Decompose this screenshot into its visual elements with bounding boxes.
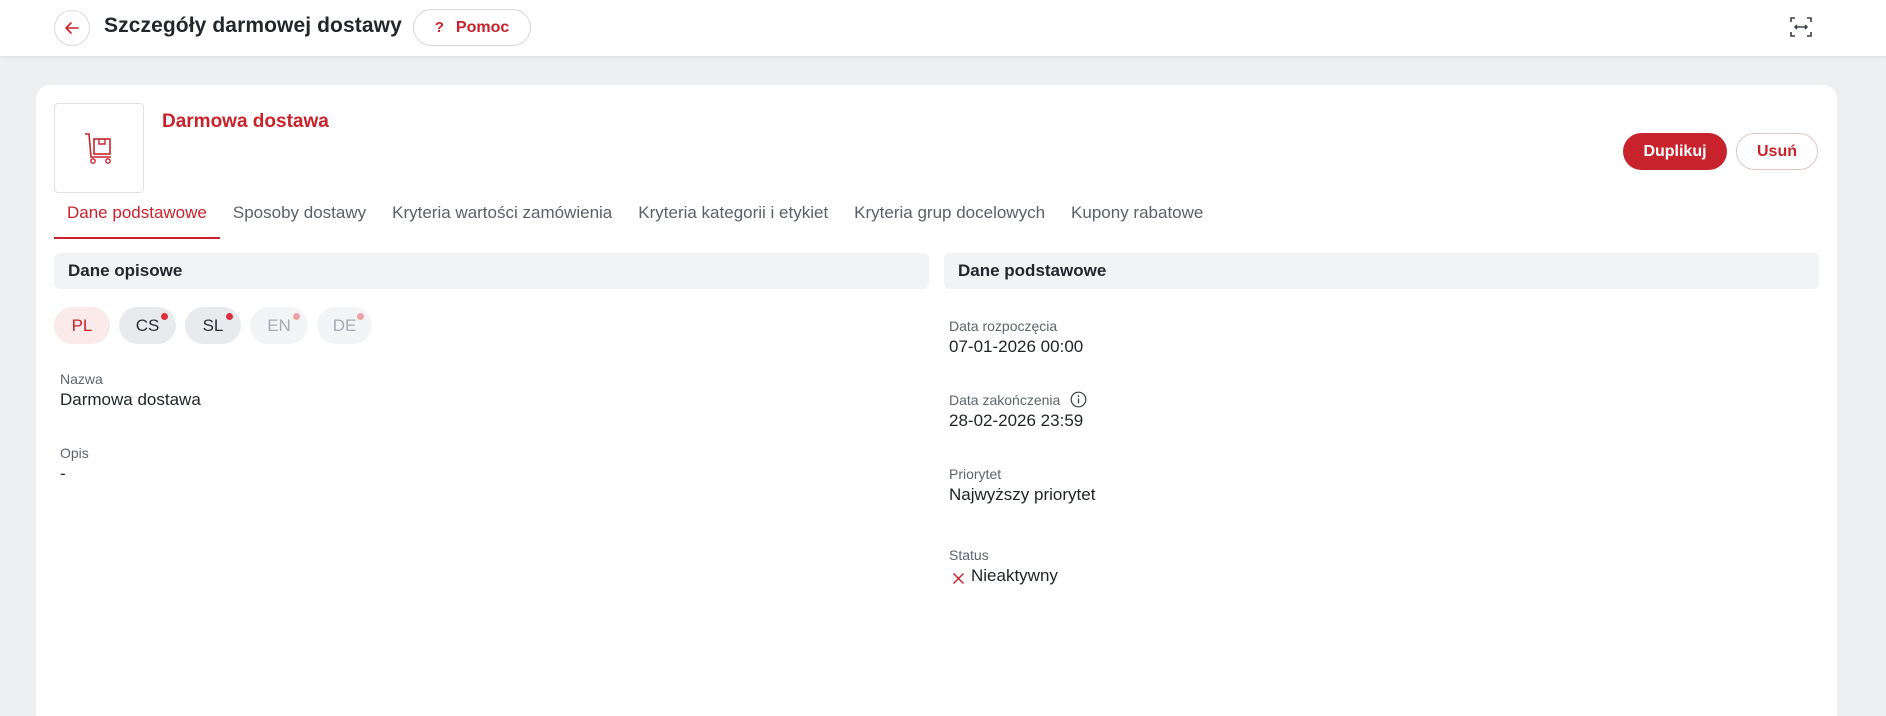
fullscreen-toggle-button[interactable] [1788, 14, 1814, 40]
priority-label: Priorytet [949, 466, 1002, 482]
language-code: CS [135, 315, 160, 335]
tab-target-group-criteria[interactable]: Kryteria grup docelowych [841, 201, 1058, 239]
page-title: Szczegóły darmowej dostawy [104, 14, 402, 37]
tab-basic-data[interactable]: Dane podstawowe [54, 201, 220, 239]
help-button-label: Pomoc [455, 18, 510, 36]
missing-translation-dot [357, 313, 364, 320]
delivery-cart-icon [85, 133, 111, 164]
language-sl[interactable]: SL [185, 307, 241, 344]
language-code: PL [71, 315, 93, 335]
basic-data-header: Dane podstawowe [944, 253, 1819, 289]
language-en[interactable]: EN [250, 307, 308, 344]
language-switcher: PL CS SL EN DE [54, 307, 372, 344]
end-date-value: 28-02-2026 23:59 [949, 411, 1084, 430]
language-cs[interactable]: CS [119, 307, 176, 344]
language-de[interactable]: DE [317, 307, 372, 344]
status-label: Status [949, 547, 989, 563]
back-button[interactable] [54, 10, 90, 46]
description-value: - [60, 464, 66, 483]
name-label: Nazwa [60, 371, 103, 387]
help-button[interactable]: ? Pomoc [413, 9, 531, 46]
details-card: Darmowa dostawa Duplikuj Usuń Dane podst… [36, 85, 1837, 716]
top-bar: Szczegóły darmowej dostawy ? Pomoc [0, 0, 1886, 56]
expand-width-icon [1790, 17, 1812, 37]
entity-name: Darmowa dostawa [162, 111, 329, 132]
start-date-value: 07-01-2026 00:00 [949, 337, 1084, 356]
language-code: DE [332, 315, 357, 335]
close-x-icon [952, 572, 965, 585]
tab-bar: Dane podstawowe Sposoby dostawy Kryteria… [54, 201, 1216, 239]
tab-delivery-methods[interactable]: Sposoby dostawy [220, 201, 379, 239]
descriptive-data-header: Dane opisowe [54, 253, 929, 289]
arrow-left-icon [65, 22, 79, 34]
language-code: SL [202, 315, 224, 335]
delete-button[interactable]: Usuń [1736, 133, 1818, 170]
end-date-label: Data zakończenia [949, 392, 1061, 408]
description-label: Opis [60, 445, 89, 461]
language-code: EN [267, 315, 291, 335]
missing-translation-dot [226, 313, 233, 320]
tab-discount-coupons[interactable]: Kupony rabatowe [1058, 201, 1216, 239]
info-icon[interactable] [1070, 391, 1087, 408]
missing-translation-dot [161, 313, 168, 320]
tab-order-value-criteria[interactable]: Kryteria wartości zamówienia [379, 201, 625, 239]
question-mark-icon: ? [434, 19, 444, 36]
status-value: Nieaktywny [971, 566, 1058, 585]
priority-value: Najwyższy priorytet [949, 485, 1096, 504]
tab-category-tag-criteria[interactable]: Kryteria kategorii i etykiet [625, 201, 841, 239]
start-date-label: Data rozpoczęcia [949, 318, 1058, 334]
missing-translation-dot [293, 313, 300, 320]
duplicate-button[interactable]: Duplikuj [1623, 133, 1727, 170]
name-value: Darmowa dostawa [60, 390, 201, 409]
entity-thumbnail [54, 103, 144, 193]
language-pl[interactable]: PL [54, 307, 110, 344]
